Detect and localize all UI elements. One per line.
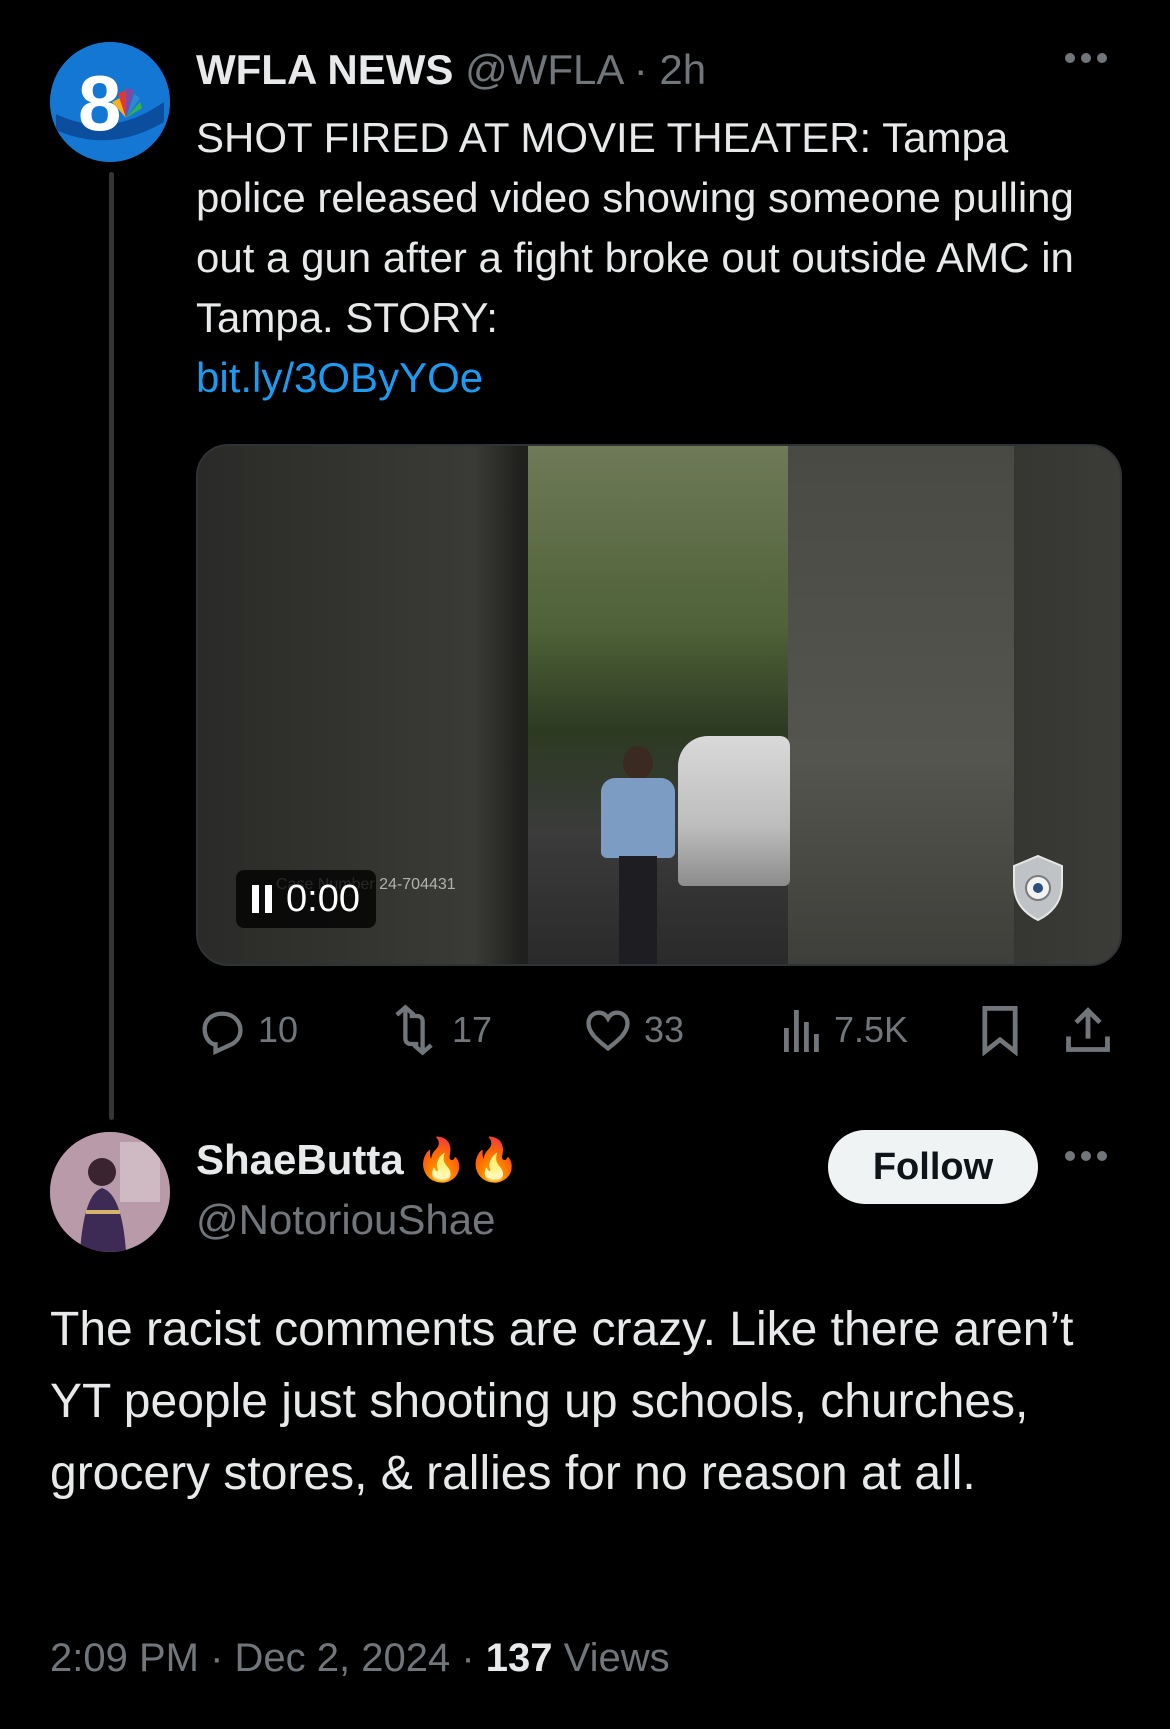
police-badge-icon	[1013, 854, 1063, 922]
tweet1-more-button[interactable]	[1062, 48, 1110, 73]
bookmark-icon	[982, 1005, 1018, 1056]
tweet1-body: SHOT FIRED AT MOVIE THEATER: Tampa polic…	[196, 114, 1074, 341]
tweet1-header: WFLA NEWS @WFLA · 2h	[196, 44, 706, 96]
tweet2-meta: 2:09 PM · Dec 2, 2024 · 137 Views	[50, 1632, 670, 1684]
reply-count: 10	[258, 1009, 299, 1050]
share-button[interactable]	[1064, 1004, 1112, 1056]
views-icon	[784, 1010, 819, 1052]
tweet1-separator: ·	[622, 46, 660, 93]
wfla-avatar[interactable]: 8	[50, 42, 170, 162]
shaebutta-avatar[interactable]	[50, 1132, 170, 1252]
video-scene-wall	[788, 446, 1014, 964]
meta-dot-2: ·	[450, 1636, 486, 1680]
tweet1-actions: 10 17 33 7.5K	[196, 1004, 1116, 1060]
tweet2-handle[interactable]: @NotoriouShae	[196, 1194, 495, 1246]
tweet1-video[interactable]: Case Number 24-704431 0:00	[196, 444, 1122, 966]
reply-icon	[202, 1011, 243, 1056]
more-icon	[1065, 53, 1107, 63]
more-icon	[1065, 1151, 1107, 1161]
tweet2-text: The racist comments are crazy. Like ther…	[50, 1303, 1074, 1500]
repost-count: 17	[452, 1009, 493, 1050]
video-person	[593, 746, 683, 964]
wfla-logo: 8	[50, 42, 170, 162]
fire-emoji: 🔥🔥	[415, 1136, 520, 1183]
pause-icon[interactable]	[252, 885, 272, 913]
meta-dot-1: ·	[198, 1636, 235, 1680]
tweet1-time[interactable]: 2h	[659, 46, 706, 93]
repost-icon	[395, 1004, 433, 1056]
tweet2-header: ShaeButta 🔥🔥	[196, 1134, 520, 1186]
video-timer-text: 0:00	[286, 877, 360, 920]
tweet2-views-count[interactable]: 137	[486, 1636, 553, 1680]
tweet1-handle[interactable]: @WFLA	[465, 46, 622, 93]
avatar-photo	[50, 1132, 170, 1252]
heart-icon	[586, 1010, 630, 1052]
views-button[interactable]: 7.5K	[780, 1004, 908, 1056]
thread-line	[109, 172, 114, 1120]
like-button[interactable]: 33	[582, 1004, 684, 1056]
tweet2-views-label: Views	[563, 1636, 670, 1680]
reply-button[interactable]: 10	[196, 1004, 298, 1056]
like-count: 33	[644, 1009, 685, 1050]
tweet2-time[interactable]: 2:09 PM	[50, 1636, 199, 1680]
tweet1-author-name[interactable]: WFLA NEWS	[196, 46, 453, 93]
views-count: 7.5K	[834, 1009, 909, 1050]
video-timer[interactable]: 0:00	[236, 870, 376, 928]
video-car	[678, 736, 790, 886]
tweet2-date[interactable]: Dec 2, 2024	[235, 1636, 451, 1680]
bookmark-button[interactable]	[978, 1004, 1022, 1056]
tweet2-author-name[interactable]: ShaeButta	[196, 1136, 404, 1183]
tweet1-text: SHOT FIRED AT MOVIE THEATER: Tampa polic…	[196, 108, 1096, 408]
repost-button[interactable]: 17	[386, 1004, 492, 1056]
tweet2-more-button[interactable]	[1062, 1146, 1110, 1171]
follow-button[interactable]: Follow	[828, 1130, 1038, 1204]
share-icon	[1066, 1007, 1110, 1052]
tweet1-link[interactable]: bit.ly/3OByYOe	[196, 348, 1096, 408]
